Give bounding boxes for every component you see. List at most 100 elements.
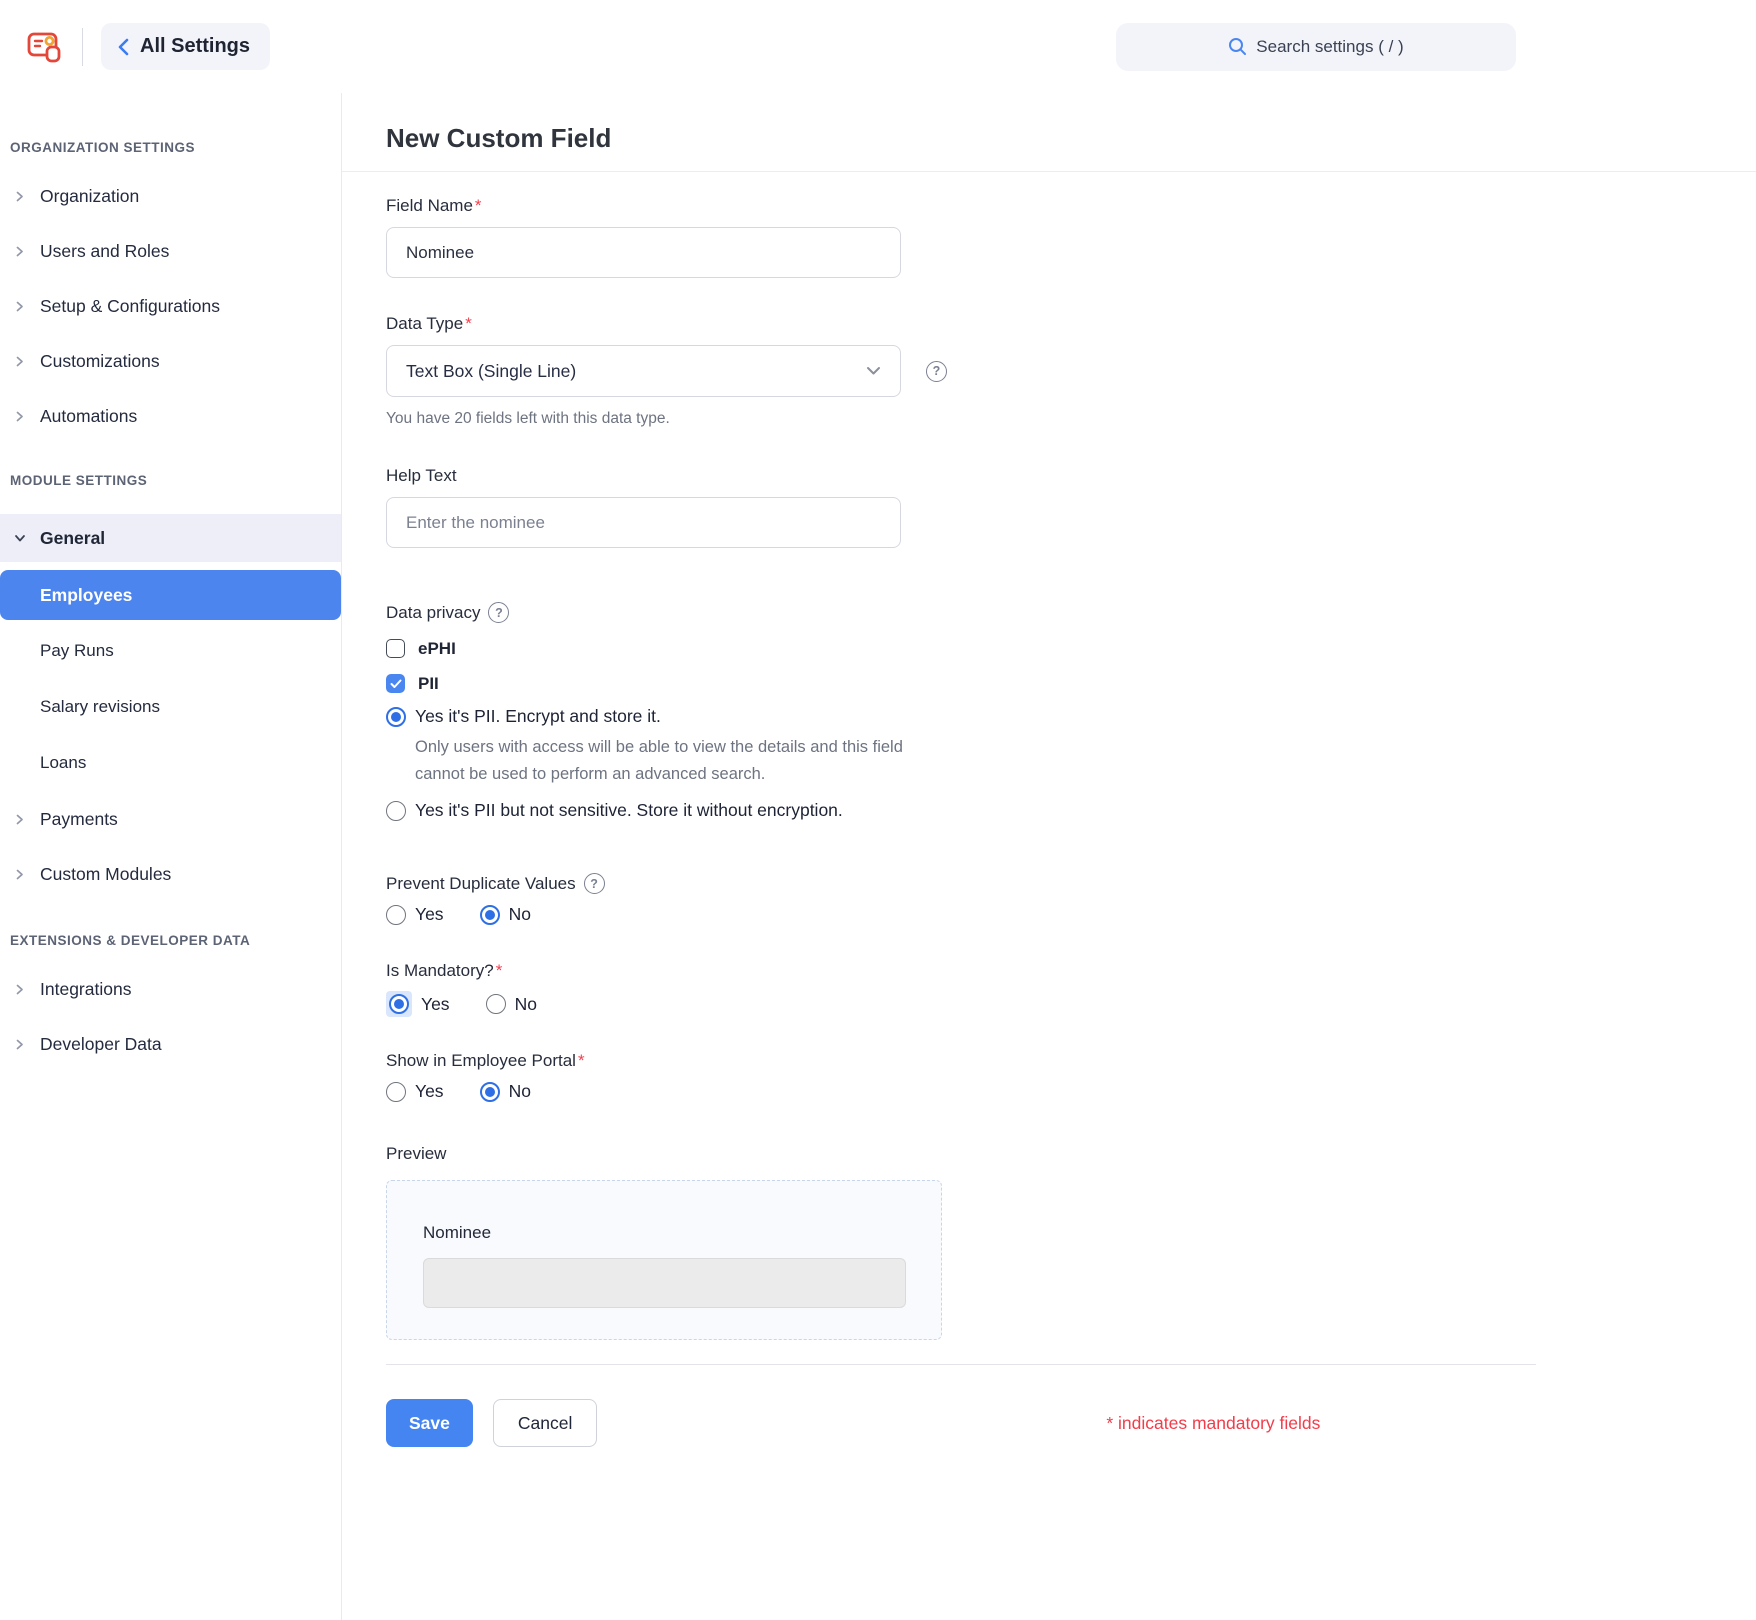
search-settings-input[interactable]: Search settings ( / ) — [1116, 23, 1516, 71]
chevron-right-icon — [14, 301, 26, 312]
sidebar-item-users-and-roles[interactable]: Users and Roles — [0, 236, 341, 266]
sidebar-item-loans[interactable]: Loans — [0, 748, 341, 778]
chevron-left-icon — [117, 38, 130, 56]
data-type-select[interactable]: Text Box (Single Line) — [386, 345, 901, 397]
chevron-right-icon — [14, 246, 26, 257]
sidebar-item-pay-runs[interactable]: Pay Runs — [0, 636, 341, 666]
payroll-app-logo-icon[interactable] — [26, 26, 66, 68]
field-name-label: Field Name* — [386, 196, 1756, 216]
data-type-help-icon[interactable]: ? — [926, 361, 947, 382]
sidebar-item-salary-revisions[interactable]: Salary revisions — [0, 692, 341, 722]
chevron-right-icon — [14, 814, 26, 825]
is-mandatory-no-radio[interactable] — [486, 994, 506, 1014]
footer-divider — [386, 1364, 1536, 1365]
data-type-selected-value: Text Box (Single Line) — [406, 361, 576, 382]
mandatory-fields-note: * indicates mandatory fields — [1106, 1413, 1320, 1434]
sidebar-item-label: Setup & Configurations — [40, 296, 220, 317]
data-type-hint: You have 20 fields left with this data t… — [386, 410, 1756, 428]
data-privacy-help-icon[interactable]: ? — [488, 602, 509, 623]
pii-label: PII — [418, 674, 439, 694]
sidebar-item-general[interactable]: General — [0, 514, 341, 562]
sidebar-item-label: Users and Roles — [40, 241, 169, 262]
data-privacy-label: Data privacy ? — [386, 602, 1756, 623]
prevent-duplicate-no-radio[interactable] — [480, 905, 500, 925]
sidebar-item-label: Developer Data — [40, 1034, 162, 1055]
new-custom-field-form: Field Name* Data Type* Text Box (Single … — [342, 172, 1756, 1447]
top-bar: All Settings Search settings ( / ) — [0, 0, 1756, 93]
form-actions: Save Cancel * indicates mandatory fields — [386, 1399, 1756, 1447]
chevron-right-icon — [14, 1039, 26, 1050]
section-title-organization-settings: ORGANIZATION SETTINGS — [0, 140, 341, 155]
prevent-duplicate-no-label: No — [509, 904, 531, 925]
chevron-right-icon — [14, 984, 26, 995]
help-text-input[interactable] — [386, 497, 901, 548]
sidebar-item-setup-configurations[interactable]: Setup & Configurations — [0, 291, 341, 321]
chevron-right-icon — [14, 869, 26, 880]
sidebar-item-label: Loans — [40, 753, 86, 773]
sidebar-item-developer-data[interactable]: Developer Data — [0, 1029, 341, 1059]
all-settings-label: All Settings — [140, 35, 250, 58]
sidebar-item-label: Payments — [40, 809, 118, 830]
cancel-button[interactable]: Cancel — [493, 1399, 597, 1447]
sidebar-item-integrations[interactable]: Integrations — [0, 974, 341, 1004]
show-in-portal-no-radio[interactable] — [480, 1082, 500, 1102]
pii-plain-radio[interactable] — [386, 801, 406, 821]
is-mandatory-yes-label: Yes — [421, 994, 450, 1015]
pii-checkbox[interactable] — [386, 674, 405, 693]
chevron-down-icon — [14, 532, 26, 544]
sidebar-item-label: Organization — [40, 186, 139, 207]
is-mandatory-label: Is Mandatory?* — [386, 961, 1756, 981]
sidebar-item-organization[interactable]: Organization — [0, 181, 341, 211]
is-mandatory-yes-radio[interactable] — [389, 994, 409, 1014]
section-title-module-settings: MODULE SETTINGS — [0, 473, 341, 488]
pii-plain-label: Yes it's PII but not sensitive. Store it… — [415, 800, 843, 821]
chevron-right-icon — [14, 191, 26, 202]
prevent-duplicate-label: Prevent Duplicate Values ? — [386, 873, 1756, 894]
show-in-portal-label: Show in Employee Portal* — [386, 1051, 1756, 1071]
sidebar-item-employees[interactable]: Employees — [0, 570, 341, 620]
chevron-right-icon — [14, 411, 26, 422]
sidebar-item-label: General — [40, 528, 105, 549]
pii-encrypt-radio[interactable] — [386, 707, 406, 727]
preview-field-input — [423, 1258, 906, 1308]
prevent-duplicate-yes-label: Yes — [415, 904, 444, 925]
required-asterisk: * — [496, 961, 503, 981]
sidebar-item-label: Custom Modules — [40, 864, 171, 885]
chevron-down-icon — [866, 366, 881, 376]
all-settings-back-button[interactable]: All Settings — [101, 23, 270, 70]
header-divider — [82, 28, 83, 66]
sidebar-item-customizations[interactable]: Customizations — [0, 346, 341, 376]
pii-encrypt-label: Yes it's PII. Encrypt and store it. — [415, 706, 661, 727]
preview-field-label: Nominee — [423, 1223, 941, 1243]
is-mandatory-no-label: No — [515, 994, 537, 1015]
sidebar-item-label: Automations — [40, 406, 137, 427]
is-mandatory-yes-focus-ring — [386, 991, 412, 1017]
sidebar-item-payments[interactable]: Payments — [0, 804, 341, 834]
sidebar-item-label: Employees — [40, 585, 132, 606]
preview-panel: Nominee — [386, 1180, 942, 1340]
show-in-portal-yes-radio[interactable] — [386, 1082, 406, 1102]
prevent-duplicate-help-icon[interactable]: ? — [584, 873, 605, 894]
sidebar-item-custom-modules[interactable]: Custom Modules — [0, 859, 341, 889]
search-icon — [1228, 37, 1247, 56]
pii-encrypt-description: Only users with access will be able to v… — [415, 734, 955, 788]
prevent-duplicate-yes-radio[interactable] — [386, 905, 406, 925]
sidebar-item-label: Salary revisions — [40, 697, 160, 717]
sidebar-item-label: Pay Runs — [40, 641, 114, 661]
required-asterisk: * — [475, 196, 482, 216]
sidebar-item-automations[interactable]: Automations — [0, 401, 341, 431]
sidebar-item-label: Customizations — [40, 351, 160, 372]
preview-label: Preview — [386, 1144, 1756, 1164]
sidebar-item-label: Integrations — [40, 979, 131, 1000]
required-asterisk: * — [465, 314, 472, 334]
main-panel: New Custom Field Field Name* Data Type* … — [342, 93, 1756, 1620]
field-name-input[interactable] — [386, 227, 901, 278]
chevron-right-icon — [14, 356, 26, 367]
required-asterisk: * — [578, 1051, 585, 1071]
search-placeholder: Search settings ( / ) — [1256, 37, 1403, 57]
data-type-label: Data Type* — [386, 314, 1756, 334]
section-title-extensions-developer-data: EXTENSIONS & DEVELOPER DATA — [0, 933, 341, 948]
save-button[interactable]: Save — [386, 1399, 473, 1447]
ephi-label: ePHI — [418, 639, 456, 659]
ephi-checkbox[interactable] — [386, 639, 405, 658]
